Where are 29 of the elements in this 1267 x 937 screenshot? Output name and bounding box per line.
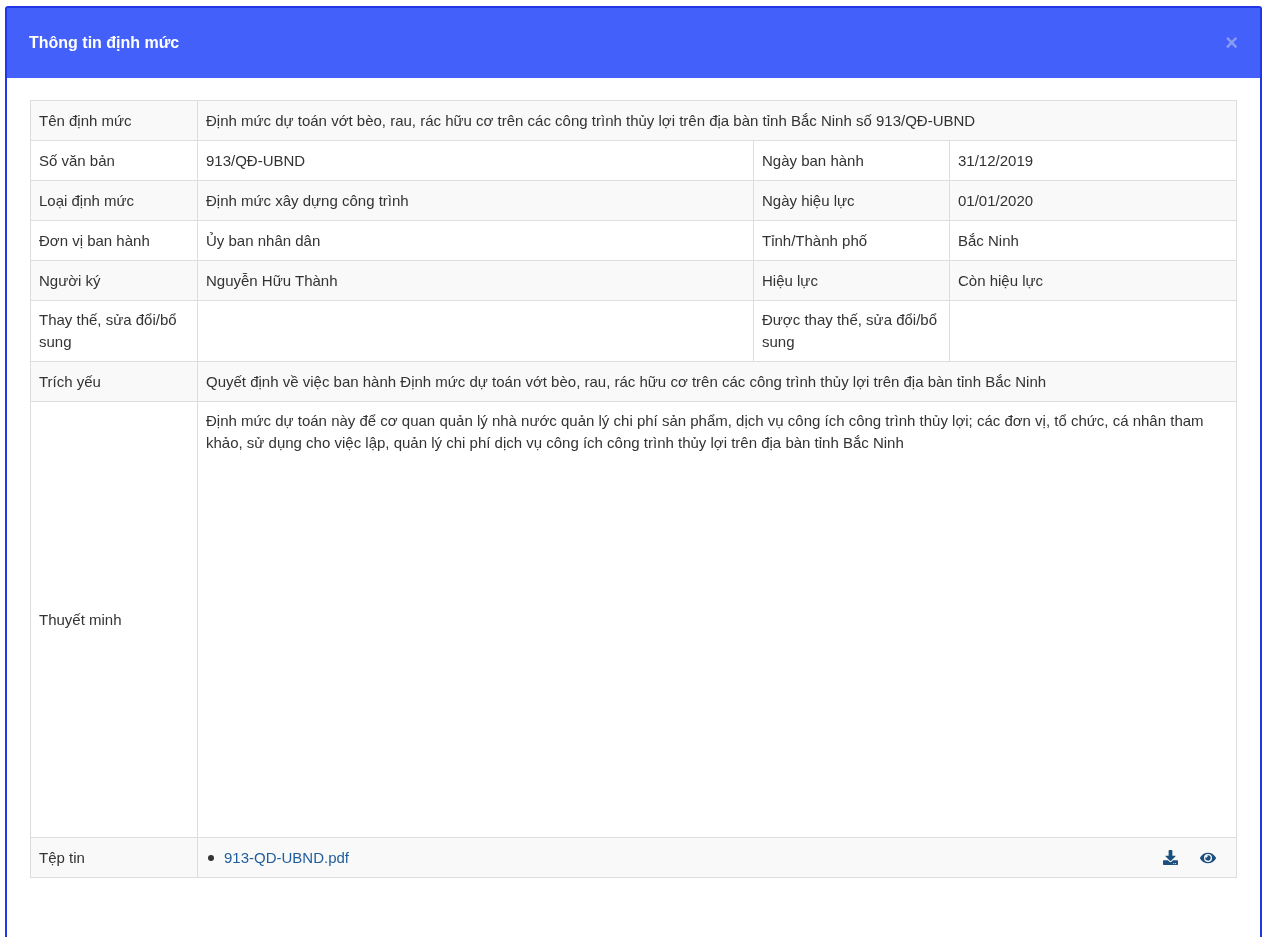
field-label: Hiệu lực [762,271,818,289]
field-label: Trích yếu [39,372,101,390]
field-label: Người ký [39,271,101,289]
field-value: Định mức xây dựng công trình [206,191,409,209]
field-value: Định mức dự toán này để cơ quan quản lý nhà nước quản lý chi phí sản phẩm, dịch vụ công ích công trình thủy lợi; các đơn vị, tổ chức, cá nhân tham khảo, sử dụng cho việc lập, quản lý chi phí dịch vụ công ích công trình thủy lợi trên địa bàn tỉnh Bắc Ninh [206,412,1204,451]
field-label: Tỉnh/Thành phố [762,231,868,249]
field-label: Số văn bản [39,151,115,169]
field-label: Đơn vị ban hành [39,231,150,249]
field-value: Ủy ban nhân dân [206,231,321,249]
field-label: Ngày hiệu lực [762,191,855,209]
field-label: Loại định mức [39,191,135,209]
field-label: Thuyết minh [39,610,122,628]
field-value: Bắc Ninh [958,231,1019,249]
field-label: Được thay thế, sửa đổi/bổ sung [762,311,937,350]
field-label: Ngày ban hành [762,151,864,169]
file-link[interactable]: 913-QD-UBND.pdf [224,846,350,869]
field-label: Thay thế, sửa đổi/bổ sung [39,311,177,350]
field-label: Tên định mức [39,111,132,129]
bullet-icon [208,854,214,861]
field-value: Quyết định về việc ban hành Định mức dự toán vớt bèo, rau, rác hữu cơ trên các công trình thủy lợi trên địa bàn tỉnh Bắc Ninh [206,372,1047,390]
field-value: Còn hiệu lực [958,271,1044,289]
download-icon[interactable] [1163,850,1178,865]
field-value: Định mức dự toán vớt bèo, rau, rác hữu cơ trên các công trình thủy lợi trên địa bàn tỉnh Bắc Ninh số 913/QĐ-UBND [206,111,976,129]
field-value: Nguyễn Hữu Thành [206,271,338,289]
field-value: 31/12/2019 [958,151,1034,169]
field-value: 913/QĐ-UBND [206,151,306,169]
dialog-title: Thông tin định mức [29,33,180,53]
field-label: Tệp tin [39,848,85,866]
field-value: 01/01/2020 [958,191,1034,209]
